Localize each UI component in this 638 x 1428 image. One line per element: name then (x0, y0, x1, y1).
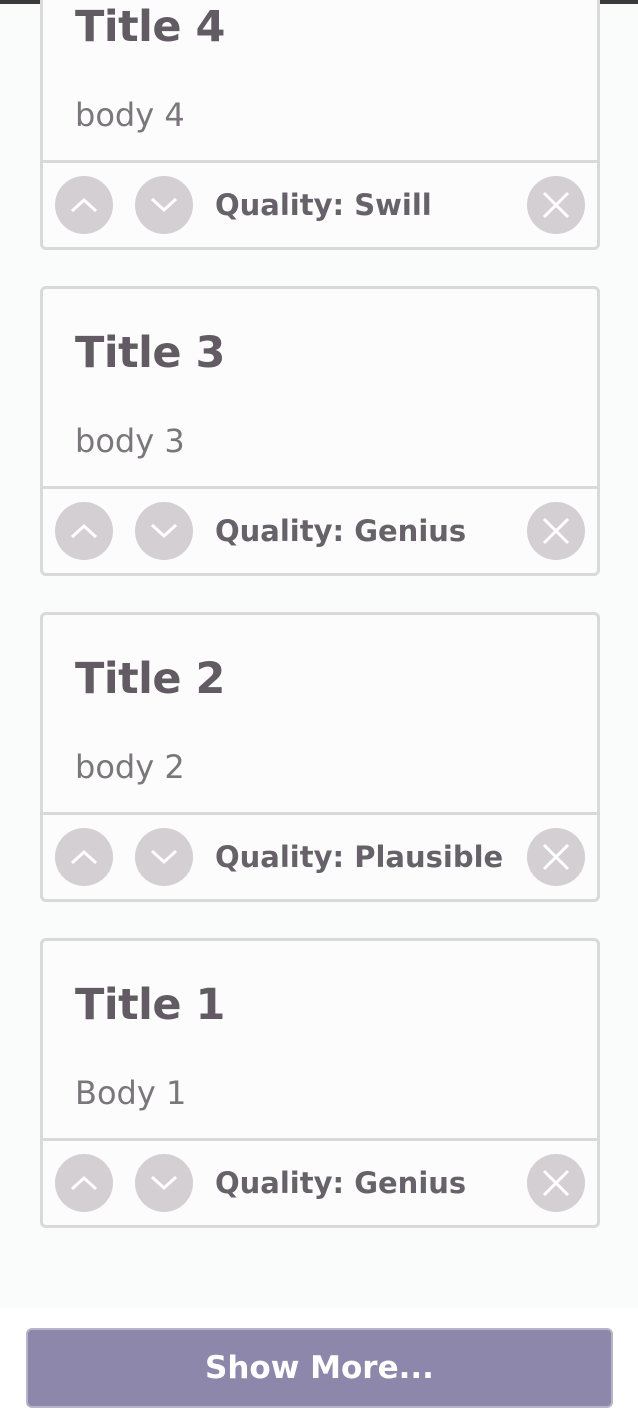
quality-label: Quality: Genius (215, 1166, 467, 1200)
chevron-up-icon (70, 849, 98, 865)
idea-card: Title 4 body 4 Quality: Swill (40, 0, 600, 250)
upvote-button[interactable] (55, 1154, 113, 1212)
idea-body[interactable]: body 2 (75, 748, 185, 786)
chevron-down-icon (150, 849, 178, 865)
chevron-up-icon (70, 1175, 98, 1191)
quality-label: Quality: Plausible (215, 840, 504, 874)
idea-footer: Quality: Genius (43, 486, 597, 573)
upvote-button[interactable] (55, 828, 113, 886)
idea-footer: Quality: Plausible (43, 812, 597, 899)
idea-list: Title 4 body 4 Quality: Swill Title 3 bo… (40, 0, 600, 1264)
show-more-bar: Show More... (0, 1308, 638, 1428)
idea-card: Title 2 body 2 Quality: Plausible (40, 612, 600, 902)
chevron-up-icon (70, 523, 98, 539)
idea-footer: Quality: Genius (43, 1138, 597, 1225)
delete-button[interactable] (527, 502, 585, 560)
idea-content: Title 2 body 2 (43, 615, 597, 812)
idea-content: Title 3 body 3 (43, 289, 597, 486)
downvote-button[interactable] (135, 828, 193, 886)
chevron-down-icon (150, 1175, 178, 1191)
idea-content: Title 4 body 4 (43, 0, 597, 160)
idea-card: Title 1 Body 1 Quality: Genius (40, 938, 600, 1228)
chevron-down-icon (150, 523, 178, 539)
close-icon (541, 190, 571, 220)
close-icon (541, 1168, 571, 1198)
idea-body[interactable]: body 3 (75, 422, 185, 460)
close-icon (541, 516, 571, 546)
show-more-button[interactable]: Show More... (26, 1328, 613, 1408)
idea-footer: Quality: Swill (43, 160, 597, 247)
quality-label: Quality: Genius (215, 514, 467, 548)
chevron-up-icon (70, 197, 98, 213)
downvote-button[interactable] (135, 176, 193, 234)
idea-title[interactable]: Title 2 (75, 654, 225, 704)
idea-body[interactable]: body 4 (75, 96, 185, 134)
chevron-down-icon (150, 197, 178, 213)
close-icon (541, 842, 571, 872)
delete-button[interactable] (527, 1154, 585, 1212)
idea-title[interactable]: Title 1 (75, 980, 225, 1030)
downvote-button[interactable] (135, 1154, 193, 1212)
idea-title[interactable]: Title 3 (75, 328, 225, 378)
delete-button[interactable] (527, 176, 585, 234)
idea-title[interactable]: Title 4 (75, 2, 225, 52)
quality-label: Quality: Swill (215, 188, 432, 222)
idea-card: Title 3 body 3 Quality: Genius (40, 286, 600, 576)
upvote-button[interactable] (55, 502, 113, 560)
delete-button[interactable] (527, 828, 585, 886)
upvote-button[interactable] (55, 176, 113, 234)
idea-content: Title 1 Body 1 (43, 941, 597, 1138)
downvote-button[interactable] (135, 502, 193, 560)
idea-body[interactable]: Body 1 (75, 1074, 186, 1112)
